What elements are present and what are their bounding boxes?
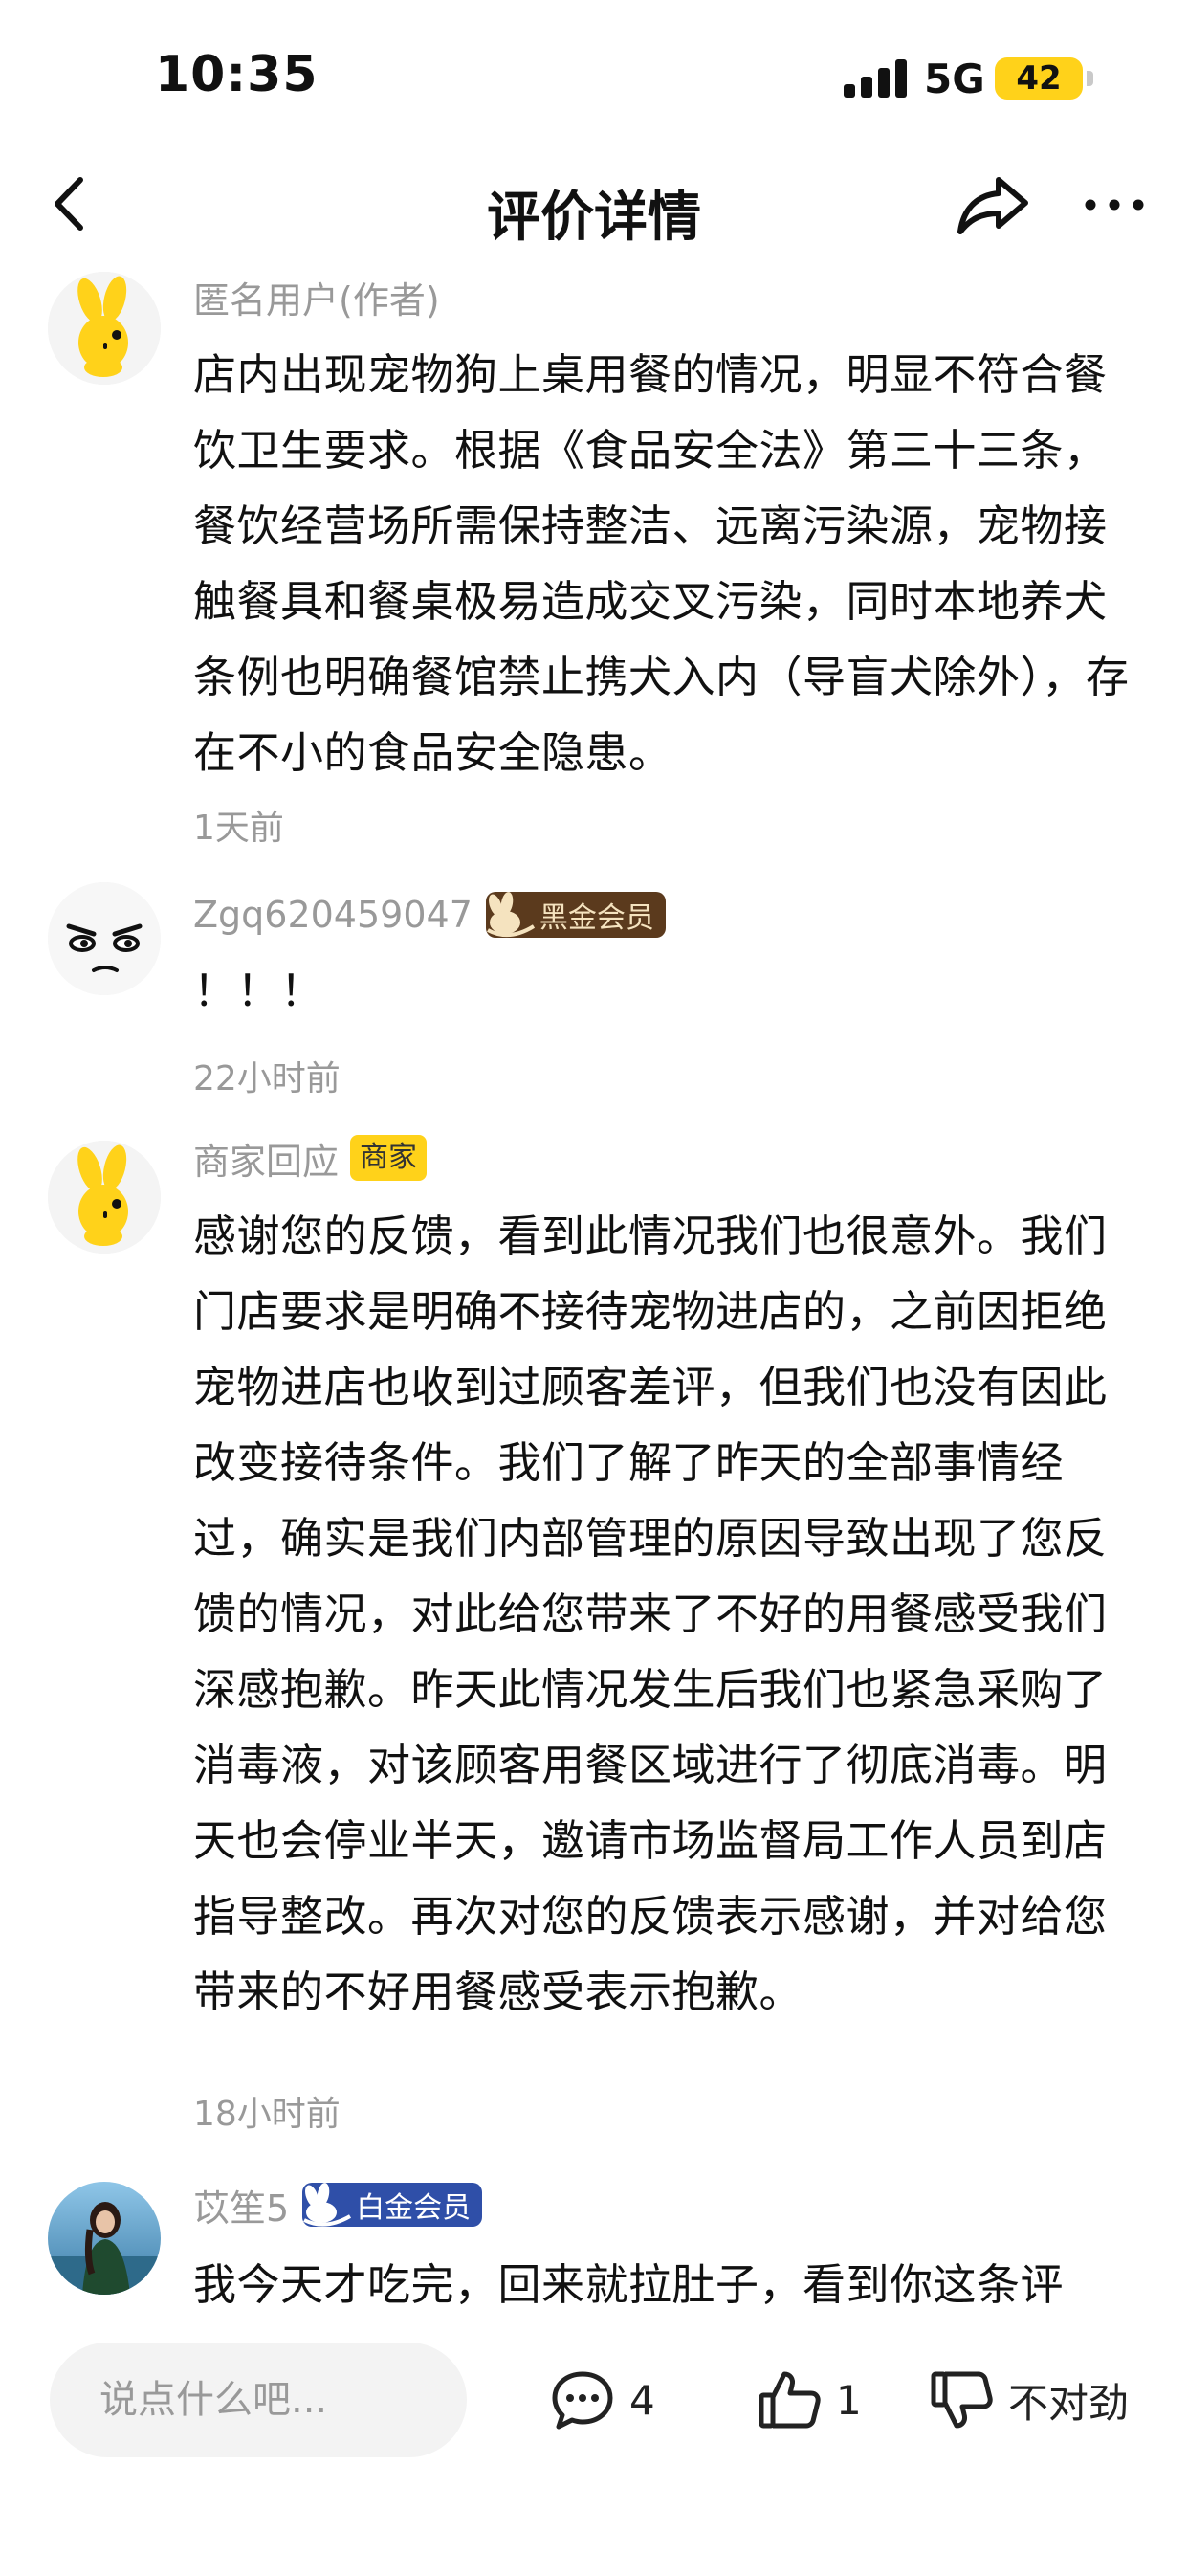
rabbit-avatar-icon <box>48 272 161 385</box>
comment-author-row: 苡笙5 白金会员 <box>193 2176 483 2233</box>
comment-text: 我今天才吃完，回来就拉肚子，看到你这条评 <box>193 2259 1065 2306</box>
comment-time: 18小时前 <box>193 2095 341 2134</box>
comment-author-row: 匿名用户(作者) <box>193 268 440 325</box>
comment-author-row: 商家回应 商家 <box>193 1129 428 1187</box>
dislike-label: 不对劲 <box>1008 2379 1130 2427</box>
nav-bar: 评价详情 <box>0 144 1188 268</box>
avatar[interactable] <box>48 1141 161 1254</box>
signal-icon <box>844 59 907 98</box>
kangaroo-logo-icon <box>486 892 535 938</box>
share-icon <box>957 177 1028 234</box>
comment-author[interactable]: 苡笙5 <box>193 2179 289 2232</box>
comment-feed[interactable]: 匿名用户(作者) 店内出现宠物狗上桌用餐的情况，明显不符合餐饮卫生要求。根据《食… <box>0 268 1188 2306</box>
review-detail-page: 10:35 5G 42 评价详情 匿名用户(作者) 店内出现宠物狗上桌用餐的情况… <box>0 0 1188 2576</box>
battery-cap <box>1087 71 1093 86</box>
comment-text: 店内出现宠物狗上桌用餐的情况，明显不符合餐饮卫生要求。根据《食品安全法》第三十三… <box>193 349 1130 778</box>
comment-author: 商家回应 <box>193 1140 340 1183</box>
chat-bubble-icon <box>552 2371 613 2430</box>
comment-text: 感谢您的反馈，看到此情况我们也很意外。我们门店要求是明确不接待宠物进店的，之前因… <box>193 1210 1108 2017</box>
comment-count: 4 <box>629 2376 655 2424</box>
battery-icon: 42 <box>995 57 1083 100</box>
status-time: 10:35 <box>155 46 319 103</box>
user-photo-avatar-icon <box>48 2182 161 2295</box>
more-icon <box>1085 199 1144 211</box>
battery-level: 42 <box>1016 59 1062 98</box>
comment-author[interactable]: Zgq620459047 <box>193 894 473 936</box>
comment-author-row: Zgq620459047 黑金会员 <box>193 886 666 944</box>
badge-label: 白金会员 <box>356 2191 472 2225</box>
face-avatar-icon <box>48 882 161 995</box>
comment-button[interactable]: 4 <box>549 2364 655 2436</box>
comment-input-box[interactable] <box>50 2343 467 2457</box>
merchant-badge: 商家 <box>350 1135 428 1181</box>
kangaroo-logo-icon <box>303 2183 352 2227</box>
rabbit-avatar-icon <box>48 1141 161 1254</box>
more-button[interactable] <box>1081 176 1148 233</box>
comment-text: ！！！ <box>193 966 324 1016</box>
badge-label: 黑金会员 <box>539 901 654 935</box>
share-button[interactable] <box>955 172 1031 239</box>
thumbs-down-icon <box>931 2371 993 2429</box>
comment-input[interactable] <box>99 2343 453 2457</box>
black-gold-member-badge: 黑金会员 <box>485 892 666 938</box>
comment-author[interactable]: 匿名用户(作者) <box>193 271 440 323</box>
thumbs-up-icon <box>759 2371 821 2429</box>
comment-time: 1天前 <box>193 809 284 848</box>
avatar[interactable] <box>48 882 161 995</box>
bottom-action-bar: 4 1 不对劲 <box>0 2306 1188 2576</box>
avatar[interactable] <box>48 272 161 385</box>
platinum-member-badge: 白金会员 <box>302 2183 483 2227</box>
network-type: 5G <box>924 56 985 102</box>
avatar[interactable] <box>48 2182 161 2295</box>
like-button[interactable]: 1 <box>756 2364 862 2436</box>
like-count: 1 <box>836 2376 862 2424</box>
dislike-button[interactable]: 不对劲 <box>928 2364 1129 2436</box>
comment-time: 22小时前 <box>193 1059 341 1099</box>
status-bar: 10:35 5G 42 <box>0 0 1188 144</box>
